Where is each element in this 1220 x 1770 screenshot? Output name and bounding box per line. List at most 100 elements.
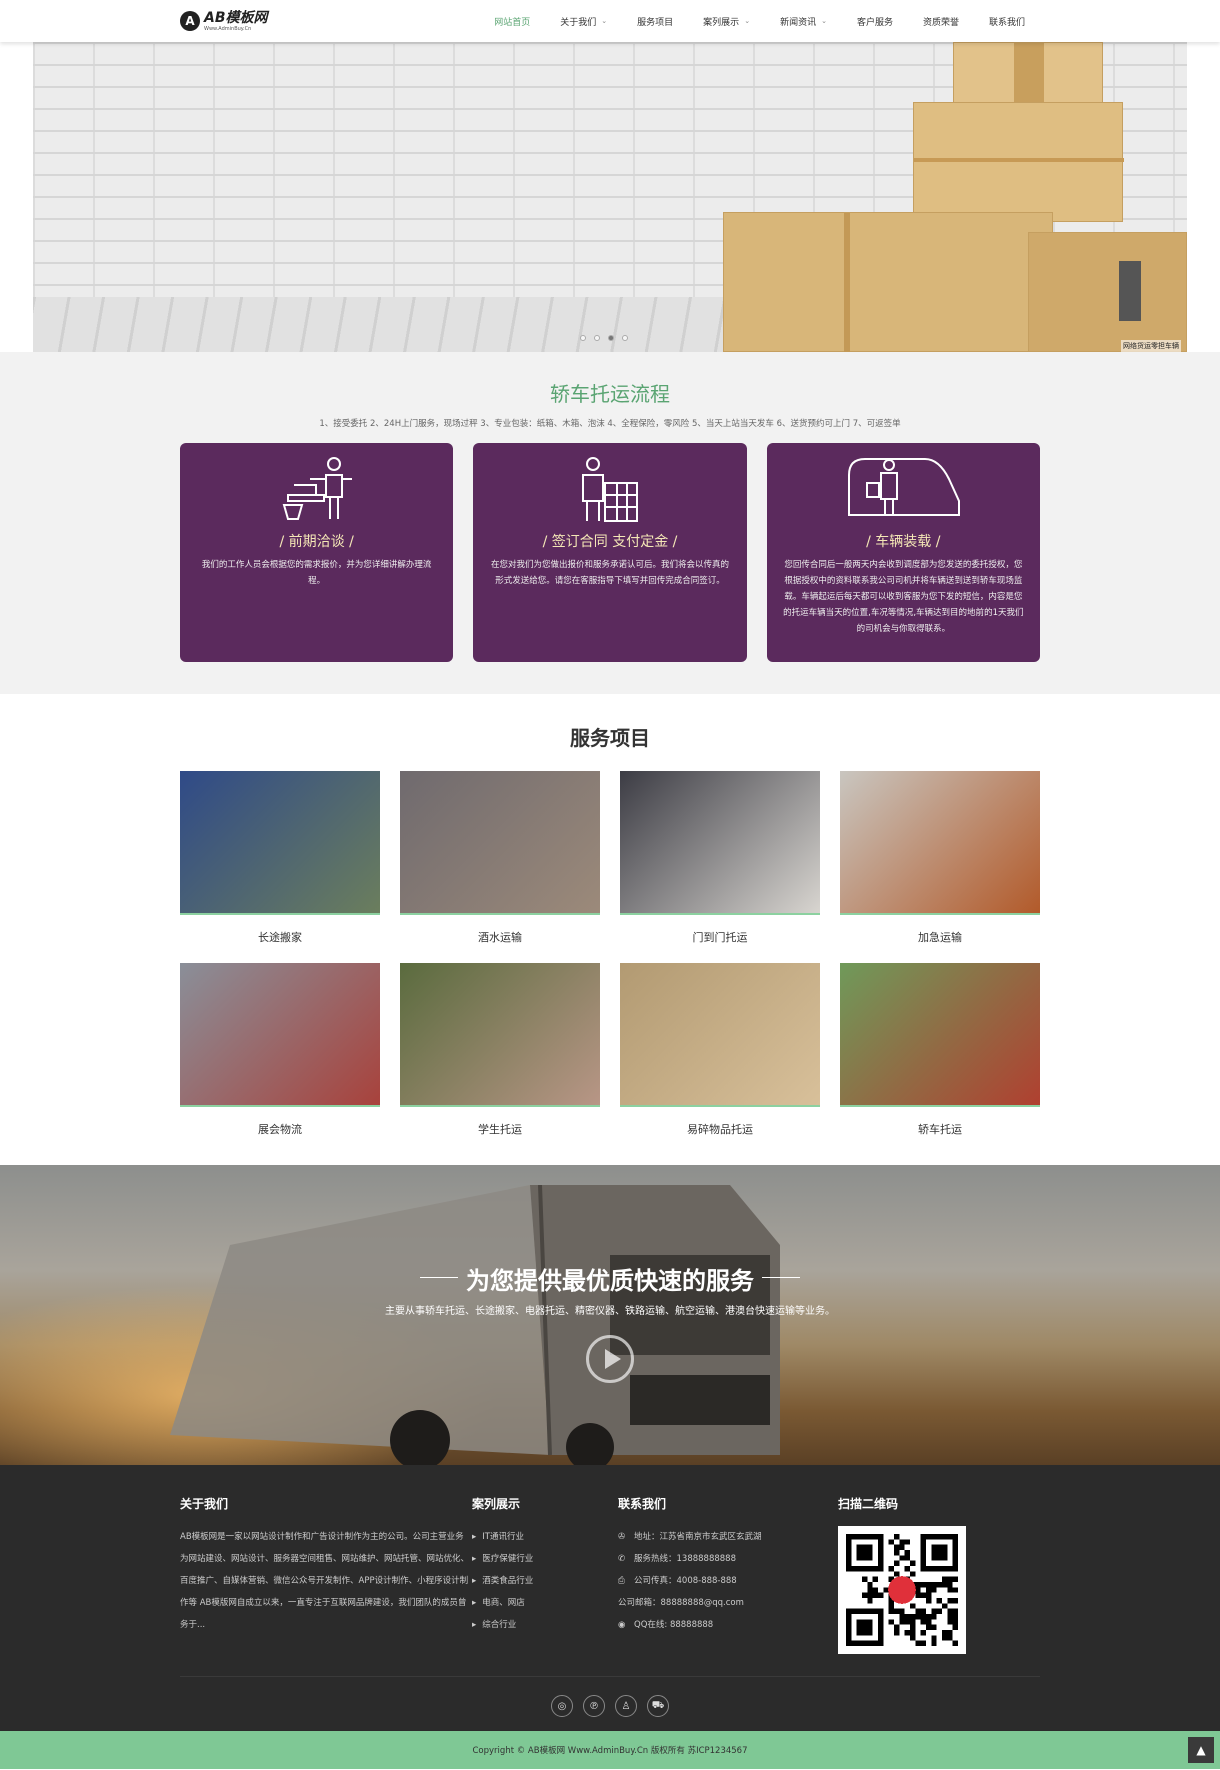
service-image[interactable] <box>180 771 380 915</box>
caret-right-icon: ▸ <box>472 1532 477 1542</box>
process-card: / 车辆装载 / 您回传合同后一般两天内会收到调度部为您发送的委托授权，您根据授… <box>766 443 1040 662</box>
nav-item-label: 服务项目 <box>637 17 674 28</box>
play-icon <box>604 1349 621 1369</box>
chevron-down-icon: ⌄ <box>821 17 827 25</box>
service-image[interactable] <box>840 963 1040 1107</box>
footer-case-link[interactable]: ▸ IT通讯行业 <box>472 1526 618 1548</box>
phone-icon: ✆ <box>618 1554 626 1564</box>
slider-dot[interactable] <box>622 335 628 341</box>
band-title: 为您提供最优质快速的服务 <box>466 1267 754 1295</box>
footer-case-link[interactable]: ▸ 医疗保健行业 <box>472 1548 618 1570</box>
footer-case-label: 综合行业 <box>482 1620 517 1630</box>
service-item[interactable]: 易碎物品托运 <box>620 963 820 1137</box>
process-card-title: / 车辆装载 / <box>866 534 941 550</box>
caret-right-icon: ▸ <box>472 1554 477 1564</box>
process-card-text: 在您对我们为您做出报价和服务承诺认可后。我们将会以传真的形式发送给您。请您在客服… <box>490 560 729 586</box>
service-image[interactable] <box>840 771 1040 915</box>
footer-qr-title: 扫描二维码 <box>838 1497 899 1511</box>
footer-case-link[interactable]: ▸ 电商、网店 <box>472 1592 618 1614</box>
process-card: / 签订合同 支付定金 / 在您对我们为您做出报价和服务承诺认可后。我们将会以传… <box>473 443 747 662</box>
service-item[interactable]: 学生托运 <box>400 963 600 1137</box>
chevron-down-icon: ⌄ <box>601 17 608 25</box>
process-card-text: 我们的工作人员会根据您的需求报价，并为您详细讲解办理流程。 <box>201 560 432 586</box>
site-logo[interactable]: A AB模板网 Www.AdminBuy.Cn <box>180 11 268 32</box>
service-image[interactable] <box>620 771 820 915</box>
caret-right-icon: ▸ <box>472 1620 477 1630</box>
qr-code-pattern <box>846 1534 958 1646</box>
service-item[interactable]: 加急运输 <box>840 771 1040 945</box>
back-to-top-button[interactable]: ▲ <box>1188 1737 1214 1763</box>
service-name[interactable]: 加急运输 <box>840 929 1040 945</box>
footer-contact-text: 公司邮箱：88888888@qq.com <box>618 1598 744 1608</box>
process-card: / 前期洽谈 / 我们的工作人员会根据您的需求报价，并为您详细讲解办理流程。 <box>180 443 454 662</box>
chevron-down-icon: ⌄ <box>744 17 751 25</box>
weibo-icon[interactable]: ◎ <box>551 1695 573 1717</box>
footer-about: 关于我们 AB模板网是一家以网站设计制作和广告设计制作为主的公司。公司主营业务为… <box>180 1495 472 1654</box>
service-image[interactable] <box>400 771 600 915</box>
service-name[interactable]: 轿车托运 <box>840 1121 1040 1137</box>
hero-banner: 网络货运零担车辆 <box>33 42 1187 352</box>
service-image[interactable] <box>180 963 380 1107</box>
footer-contact-text: 公司传真：4008-888-888 <box>634 1576 737 1586</box>
slider-dot[interactable] <box>580 335 586 341</box>
logo-mark-icon: A <box>180 11 200 31</box>
footer-contact-item: ⎙ 公司传真：4008-888-888 <box>618 1570 838 1592</box>
footer-case-label: 酒类食品行业 <box>482 1576 534 1586</box>
nav-item-label: 关于我们 <box>560 17 597 28</box>
service-item[interactable]: 酒水运输 <box>400 771 600 945</box>
footer-contact-item: ✇ 地址：江苏省南京市玄武区玄武湖 <box>618 1526 838 1548</box>
nav-item[interactable]: 联系我们 <box>974 15 1040 28</box>
consult-icon <box>282 457 352 520</box>
nav-item-label: 资质荣誉 <box>922 17 959 28</box>
service-item[interactable]: 门到门托运 <box>620 771 820 945</box>
service-name[interactable]: 学生托运 <box>400 1121 600 1137</box>
service-name[interactable]: 展会物流 <box>180 1121 380 1137</box>
footer-case-link[interactable]: ▸ 综合行业 <box>472 1614 618 1636</box>
footer-contact-title: 联系我们 <box>618 1497 667 1511</box>
footer-contact-item: 公司邮箱：88888888@qq.com <box>618 1592 838 1614</box>
pinterest-icon[interactable]: ℗ <box>583 1695 605 1717</box>
nav-item[interactable]: 资质荣誉 <box>908 15 974 28</box>
service-name[interactable]: 门到门托运 <box>620 929 820 945</box>
contract-icon <box>581 457 638 522</box>
service-item[interactable]: 轿车托运 <box>840 963 1040 1137</box>
process-section: 轿车托运流程 1、接受委托 2、24H上门服务，现场过秤 3、专业包装：纸箱、木… <box>0 352 1220 694</box>
footer-case-link[interactable]: ▸ 酒类食品行业 <box>472 1570 618 1592</box>
service-image[interactable] <box>400 963 600 1107</box>
footer-case-label: IT通讯行业 <box>482 1532 524 1542</box>
footer-contact-item: ✆ 服务热线：13888888888 <box>618 1548 838 1570</box>
nav-item[interactable]: 服务项目 <box>622 15 688 28</box>
nav-item-label: 案列展示 <box>703 17 740 28</box>
slider-dots <box>580 335 628 341</box>
service-image[interactable] <box>620 963 820 1107</box>
address-icon: ✇ <box>618 1532 626 1542</box>
qr-code <box>838 1526 966 1654</box>
service-item[interactable]: 长途搬家 <box>180 771 380 945</box>
play-video-button[interactable] <box>586 1335 634 1383</box>
service-name[interactable]: 长途搬家 <box>180 929 380 945</box>
copyright-bar: Copyright © AB模板网 Www.AdminBuy.Cn 版权所有 苏… <box>0 1731 1220 1769</box>
service-name[interactable]: 酒水运输 <box>400 929 600 945</box>
footer-cases-title: 案列展示 <box>472 1497 521 1511</box>
nav-item[interactable]: 网站首页 <box>479 15 545 28</box>
footer-contact-text: QQ在线: 88888888 <box>634 1620 714 1630</box>
footer-case-label: 医疗保健行业 <box>482 1554 534 1564</box>
nav-item[interactable]: 关于我们 ⌄ <box>545 15 622 28</box>
footer-qr: 扫描二维码 <box>838 1495 966 1654</box>
qq-penguin-icon[interactable]: ♙ <box>615 1695 637 1717</box>
banner-caption: 网络货运零担车辆 <box>1121 340 1181 352</box>
social-links: ◎ ℗ ♙ ⛟ <box>180 1676 1040 1731</box>
cardboard-box <box>913 102 1124 222</box>
service-item[interactable]: 展会物流 <box>180 963 380 1137</box>
slider-dot[interactable] <box>594 335 600 341</box>
cart-icon[interactable]: ⛟ <box>647 1695 669 1717</box>
nav-item[interactable]: 客户服务 <box>842 15 908 28</box>
nav-item[interactable]: 案列展示 ⌄ <box>688 15 765 28</box>
footer-contact: 联系我们 ✇ 地址：江苏省南京市玄武区玄武湖 ✆ 服务热线：13888888888 ⎙ 公… <box>618 1495 838 1654</box>
nav-item-label: 联系我们 <box>988 17 1025 28</box>
nav-item[interactable]: 新闻资讯 ⌄ <box>765 15 842 28</box>
slider-dot[interactable] <box>608 335 614 341</box>
service-name[interactable]: 易碎物品托运 <box>620 1121 820 1137</box>
footer-contact-item: ◉ QQ在线: 88888888 <box>618 1614 838 1636</box>
copyright-text: Copyright © AB模板网 Www.AdminBuy.Cn 版权所有 苏… <box>472 1746 748 1756</box>
